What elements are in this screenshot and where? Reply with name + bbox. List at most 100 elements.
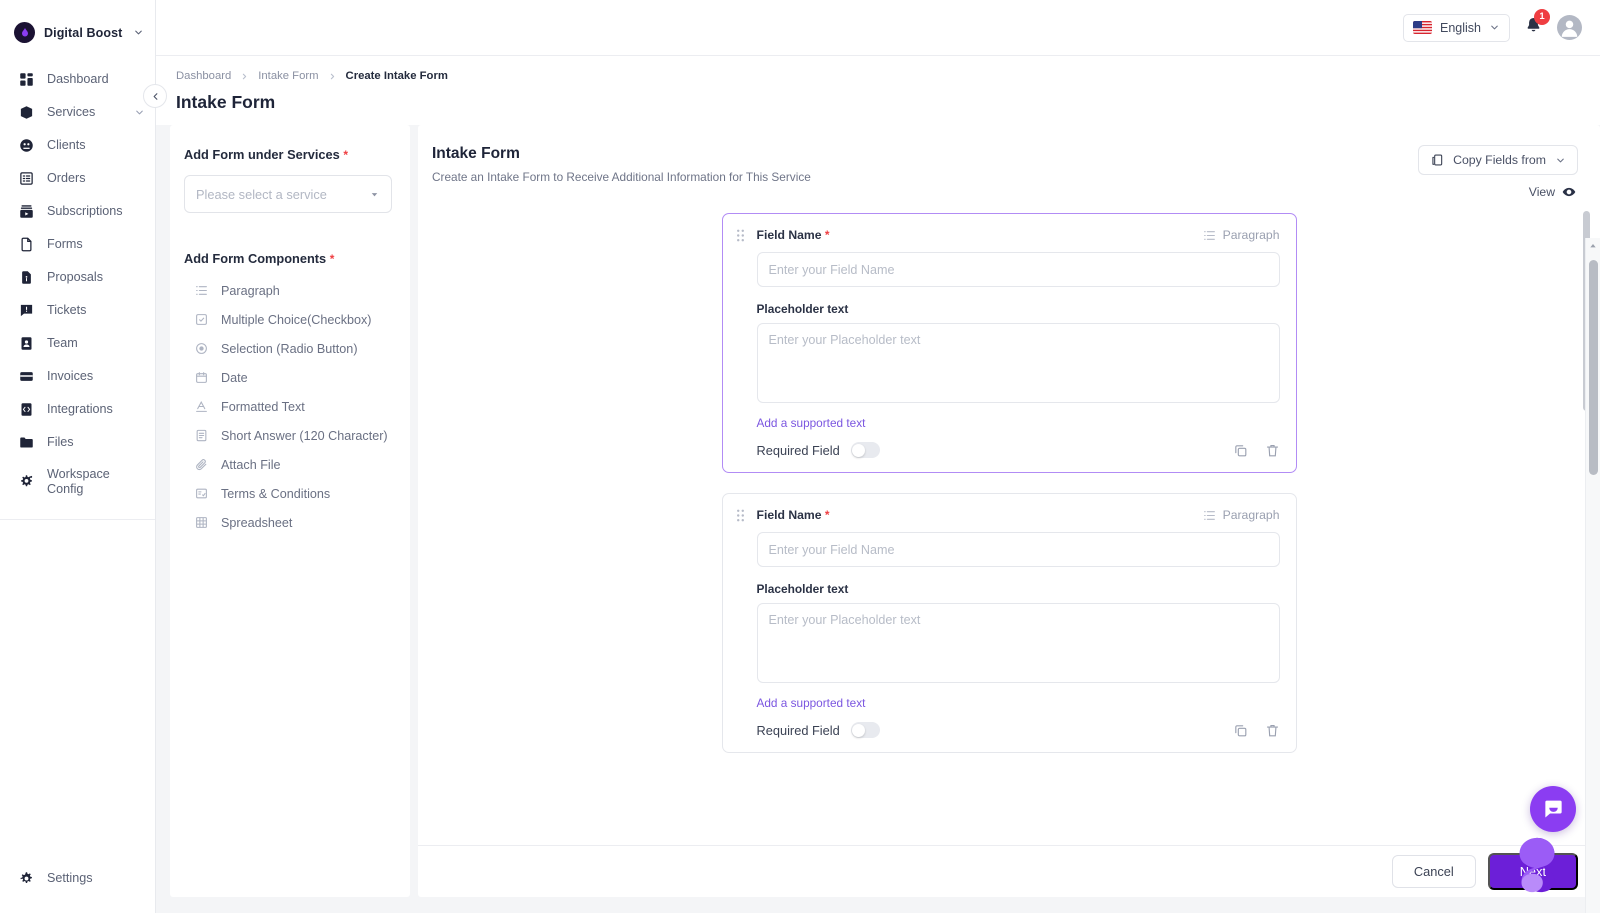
component-item-formatted-text[interactable]: Formatted Text xyxy=(184,392,392,421)
sidebar-item-dashboard[interactable]: Dashboard xyxy=(0,63,155,96)
field-name-label-text: Field Name xyxy=(757,508,822,522)
component-item-terms-conditions[interactable]: Terms & Conditions xyxy=(184,479,392,508)
field-card-footer: Required Field xyxy=(757,442,1280,458)
sidebar-item-clients[interactable]: Clients xyxy=(0,129,155,162)
sidebar-item-forms[interactable]: Forms xyxy=(0,228,155,261)
form-card-title: Intake Form xyxy=(432,145,811,163)
sidebar-footer: Settings xyxy=(0,862,155,913)
duplicate-icon[interactable] xyxy=(1233,443,1248,458)
subscriptions-icon xyxy=(18,203,35,220)
scrollbar-up-arrow-icon[interactable] xyxy=(1586,238,1600,250)
placeholder-text-input[interactable]: Enter your Placeholder text xyxy=(757,323,1280,403)
component-item-short-answer[interactable]: Short Answer (120 Character) xyxy=(184,421,392,450)
workspace-switcher[interactable]: Digital Boost xyxy=(0,0,155,61)
sidebar-item-workspace-config[interactable]: Workspace Config xyxy=(0,459,155,505)
service-select-placeholder: Please select a service xyxy=(196,187,327,202)
required-field-toggle[interactable] xyxy=(851,442,880,458)
view-toggle[interactable]: View xyxy=(1529,185,1578,199)
breadcrumb-item-dashboard[interactable]: Dashboard xyxy=(176,70,231,82)
field-name-input[interactable]: Enter your Field Name xyxy=(757,252,1280,287)
trash-icon[interactable] xyxy=(1265,443,1280,458)
component-item-paragraph[interactable]: Paragraph xyxy=(184,276,392,305)
placeholder-text-input[interactable]: Enter your Placeholder text xyxy=(757,603,1280,683)
sidebar-item-team[interactable]: Team xyxy=(0,327,155,360)
brand-swirl-icon xyxy=(1506,834,1568,901)
invoices-card-icon xyxy=(18,368,35,385)
drag-handle-icon[interactable] xyxy=(735,509,747,522)
copy-fields-from-button[interactable]: Copy Fields from xyxy=(1418,145,1578,175)
sidebar-item-label: Dashboard xyxy=(47,72,109,87)
cancel-button[interactable]: Cancel xyxy=(1392,855,1476,888)
sidebar-collapse-button[interactable] xyxy=(143,84,167,108)
eye-icon xyxy=(1562,185,1576,199)
component-item-label: Multiple Choice(Checkbox) xyxy=(221,313,372,327)
notifications-button[interactable]: 1 xyxy=(1524,16,1543,40)
workspace-name: Digital Boost xyxy=(44,26,122,40)
drag-handle-icon[interactable] xyxy=(735,229,747,242)
avatar[interactable] xyxy=(1557,15,1582,40)
sidebar-item-label: Invoices xyxy=(47,369,93,384)
add-form-components-heading: Add Form Components * xyxy=(184,251,392,266)
sidebar-item-label: Workspace Config xyxy=(47,467,145,497)
form-field-card[interactable]: Field Name * Paragraph xyxy=(722,213,1297,473)
topbar: English 1 xyxy=(156,0,1600,56)
terms-icon xyxy=(194,487,208,501)
form-card-header-actions: Copy Fields from View xyxy=(1418,145,1578,199)
add-supported-text-link[interactable]: Add a supported text xyxy=(757,416,1280,430)
duplicate-icon[interactable] xyxy=(1233,723,1248,738)
trash-icon[interactable] xyxy=(1265,723,1280,738)
folder-icon xyxy=(18,434,35,451)
field-card-actions xyxy=(1233,443,1280,458)
gear-config-icon xyxy=(18,473,35,490)
paragraph-list-icon xyxy=(1203,229,1216,242)
add-supported-text-link[interactable]: Add a supported text xyxy=(757,696,1280,710)
sidebar-item-label: Tickets xyxy=(47,303,86,318)
sidebar-item-integrations[interactable]: Integrations xyxy=(0,393,155,426)
form-card-subtitle: Create an Intake Form to Receive Additio… xyxy=(432,170,811,184)
field-name-input-placeholder: Enter your Field Name xyxy=(769,263,895,277)
sidebar-item-invoices[interactable]: Invoices xyxy=(0,360,155,393)
checkbox-icon xyxy=(194,313,208,327)
component-item-date[interactable]: Date xyxy=(184,363,392,392)
field-card-header: Field Name * Paragraph xyxy=(735,508,1280,522)
breadcrumb-item-intake-form[interactable]: Intake Form xyxy=(258,70,318,82)
form-fields-scroll-area[interactable]: Field Name * Paragraph xyxy=(418,199,1600,845)
sidebar-item-services[interactable]: Services xyxy=(0,96,155,129)
component-item-spreadsheet[interactable]: Spreadsheet xyxy=(184,508,392,537)
sidebar-item-orders[interactable]: Orders xyxy=(0,162,155,195)
window-scrollbar-thumb[interactable] xyxy=(1589,260,1598,475)
required-asterisk: * xyxy=(343,148,348,162)
required-asterisk: * xyxy=(825,508,830,522)
language-selector[interactable]: English xyxy=(1403,14,1510,42)
sidebar-item-settings[interactable]: Settings xyxy=(18,862,145,895)
field-name-label: Field Name * xyxy=(757,508,830,522)
window-scrollbar[interactable] xyxy=(1585,238,1600,913)
required-asterisk: * xyxy=(330,252,335,266)
chat-bubble-icon[interactable] xyxy=(1530,786,1576,832)
component-item-attach-file[interactable]: Attach File xyxy=(184,450,392,479)
required-field-toggle[interactable] xyxy=(851,722,880,738)
form-field-card[interactable]: Field Name * Paragraph xyxy=(722,493,1297,753)
sidebar-item-proposals[interactable]: Proposals xyxy=(0,261,155,294)
proposals-icon xyxy=(18,269,35,286)
component-item-multiple-choice[interactable]: Multiple Choice(Checkbox) xyxy=(184,305,392,334)
sidebar-nav: Dashboard Services Clients xyxy=(0,61,155,505)
sidebar-item-label: Clients xyxy=(47,138,86,153)
service-select[interactable]: Please select a service xyxy=(184,175,392,213)
chevron-down-icon xyxy=(133,27,144,38)
field-name-input[interactable]: Enter your Field Name xyxy=(757,532,1280,567)
sidebar-item-tickets[interactable]: Tickets xyxy=(0,294,155,327)
us-flag-icon xyxy=(1413,21,1432,34)
sidebar-item-files[interactable]: Files xyxy=(0,426,155,459)
dashboard-icon xyxy=(18,71,35,88)
sidebar-item-label: Forms xyxy=(47,237,83,252)
calendar-icon xyxy=(194,371,208,385)
field-card-actions xyxy=(1233,723,1280,738)
integrations-icon xyxy=(18,401,35,418)
sidebar-item-subscriptions[interactable]: Subscriptions xyxy=(0,195,155,228)
field-type-badge: Paragraph xyxy=(1203,228,1280,242)
form-footer-actions: Cancel Next xyxy=(418,845,1600,897)
component-item-selection-radio[interactable]: Selection (Radio Button) xyxy=(184,334,392,363)
main-area: English 1 Dashboard xyxy=(156,0,1600,913)
chevron-right-icon xyxy=(328,72,337,81)
